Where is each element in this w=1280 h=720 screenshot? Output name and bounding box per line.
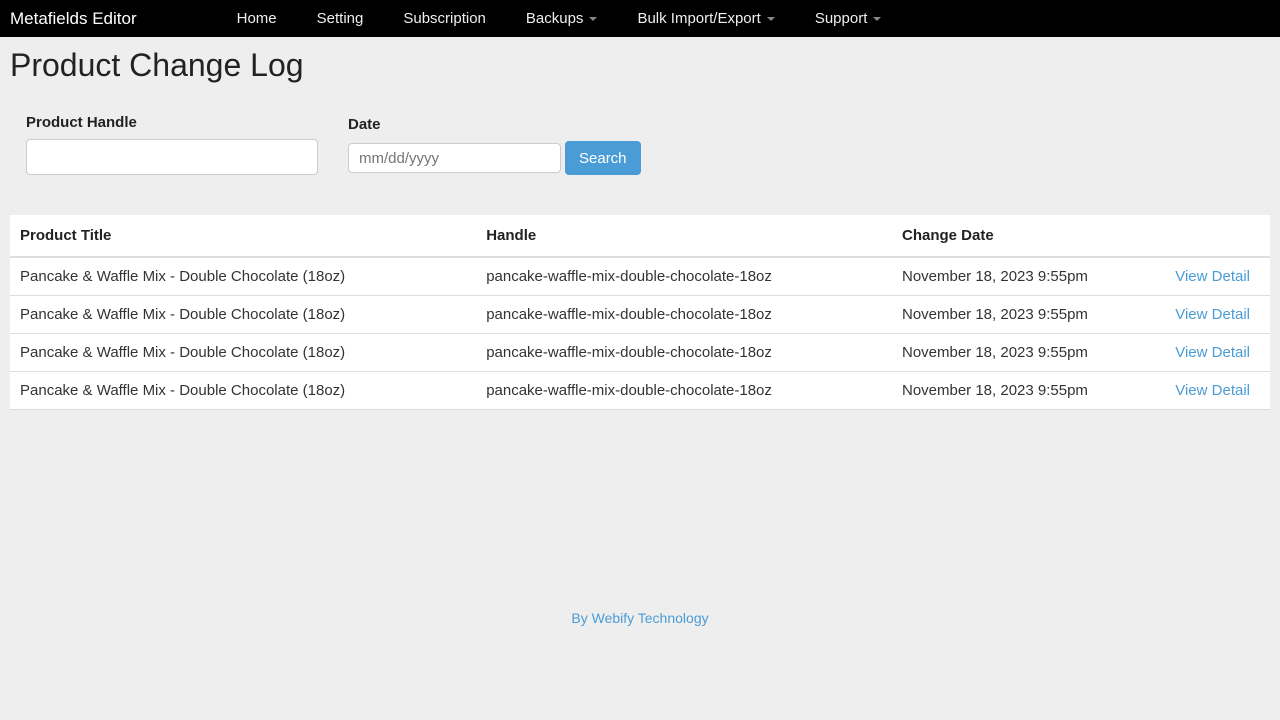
cell-handle: pancake-waffle-mix-double-chocolate-18oz	[476, 334, 892, 372]
nav-items: Home Setting Subscription Backups Bulk I…	[237, 10, 882, 27]
col-title: Product Title	[10, 215, 476, 257]
nav-setting[interactable]: Setting	[317, 10, 364, 27]
col-handle: Handle	[476, 215, 892, 257]
nav-bulk-label: Bulk Import/Export	[637, 10, 760, 27]
footer: By Webify Technology	[10, 610, 1270, 628]
product-handle-input[interactable]	[26, 139, 318, 175]
nav-bulk[interactable]: Bulk Import/Export	[637, 10, 774, 27]
nav-backups[interactable]: Backups	[526, 10, 598, 27]
chevron-down-icon	[767, 17, 775, 21]
chevron-down-icon	[873, 17, 881, 21]
cell-handle: pancake-waffle-mix-double-chocolate-18oz	[476, 257, 892, 296]
nav-subscription[interactable]: Subscription	[403, 10, 486, 27]
nav-backups-label: Backups	[526, 10, 584, 27]
nav-support[interactable]: Support	[815, 10, 882, 27]
filter-date-label: Date	[348, 116, 641, 133]
navbar: Metafields Editor Home Setting Subscript…	[0, 0, 1280, 37]
table-row: Pancake & Waffle Mix - Double Chocolate …	[10, 372, 1270, 410]
cell-title: Pancake & Waffle Mix - Double Chocolate …	[10, 296, 476, 334]
cell-handle: pancake-waffle-mix-double-chocolate-18oz	[476, 372, 892, 410]
cell-date: November 18, 2023 9:55pm	[892, 257, 1157, 296]
view-detail-link[interactable]: View Detail	[1157, 257, 1270, 296]
filter-date-row: Search	[348, 141, 641, 175]
page-content: Product Change Log Product Handle Date S…	[0, 37, 1280, 638]
view-detail-link[interactable]: View Detail	[1157, 334, 1270, 372]
filter-handle-group: Product Handle	[26, 114, 318, 175]
filter-date-group: Date Search	[348, 116, 641, 175]
table-row: Pancake & Waffle Mix - Double Chocolate …	[10, 334, 1270, 372]
filters-row: Product Handle Date Search	[10, 114, 1270, 175]
table-header-row: Product Title Handle Change Date	[10, 215, 1270, 257]
cell-title: Pancake & Waffle Mix - Double Chocolate …	[10, 372, 476, 410]
cell-handle: pancake-waffle-mix-double-chocolate-18oz	[476, 296, 892, 334]
col-date: Change Date	[892, 215, 1157, 257]
page-title: Product Change Log	[10, 47, 1270, 84]
cell-title: Pancake & Waffle Mix - Double Chocolate …	[10, 257, 476, 296]
cell-date: November 18, 2023 9:55pm	[892, 334, 1157, 372]
cell-date: November 18, 2023 9:55pm	[892, 372, 1157, 410]
cell-date: November 18, 2023 9:55pm	[892, 296, 1157, 334]
change-log-table: Product Title Handle Change Date Pancake…	[10, 215, 1270, 410]
view-detail-link[interactable]: View Detail	[1157, 372, 1270, 410]
nav-support-label: Support	[815, 10, 868, 27]
col-action	[1157, 215, 1270, 257]
table-row: Pancake & Waffle Mix - Double Chocolate …	[10, 257, 1270, 296]
cell-title: Pancake & Waffle Mix - Double Chocolate …	[10, 334, 476, 372]
search-button[interactable]: Search	[565, 141, 641, 175]
footer-link[interactable]: By Webify Technology	[571, 610, 708, 626]
brand-title: Metafields Editor	[10, 9, 137, 29]
chevron-down-icon	[589, 17, 597, 21]
view-detail-link[interactable]: View Detail	[1157, 296, 1270, 334]
table-row: Pancake & Waffle Mix - Double Chocolate …	[10, 296, 1270, 334]
filter-handle-label: Product Handle	[26, 114, 318, 131]
nav-home[interactable]: Home	[237, 10, 277, 27]
date-input[interactable]	[348, 143, 561, 173]
